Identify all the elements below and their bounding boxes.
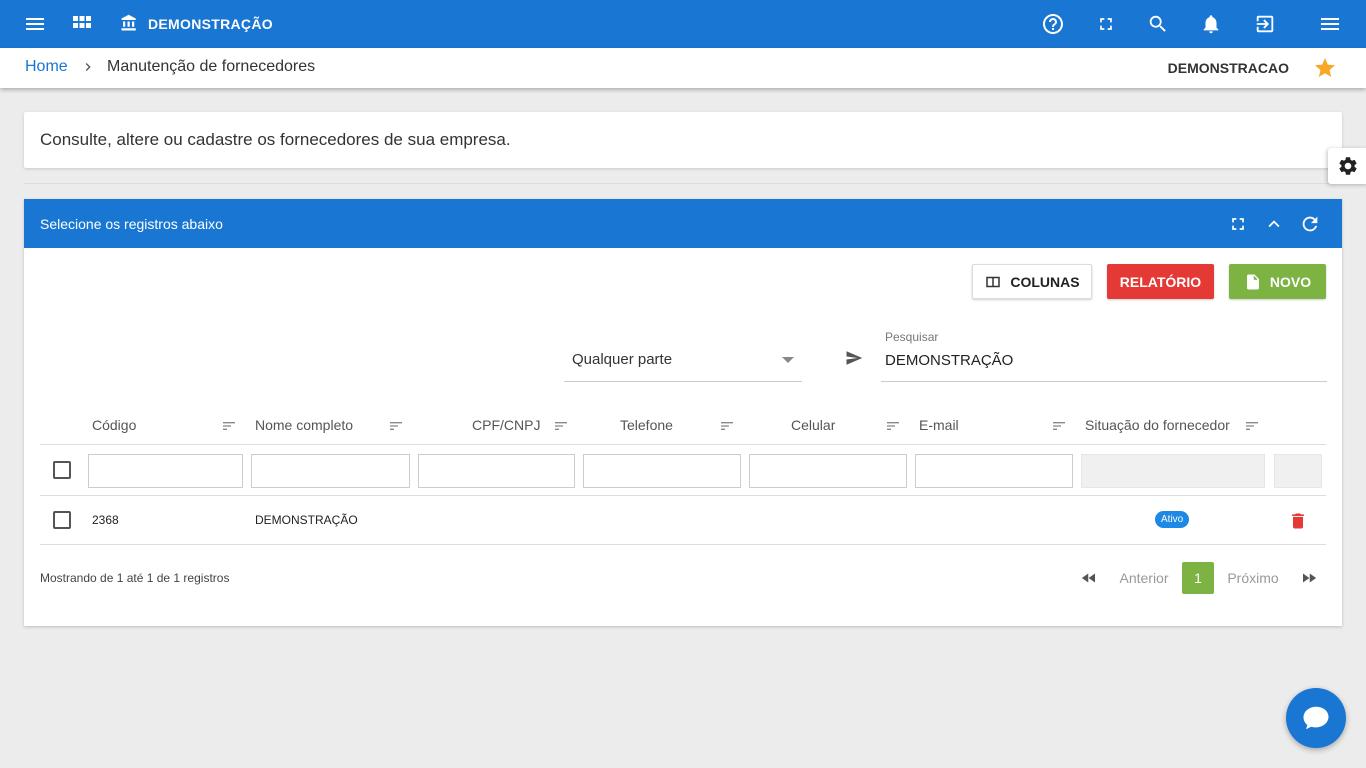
report-button[interactable]: RELATÓRIO [1107,264,1214,299]
col-header-email[interactable]: E-mail [919,417,959,433]
filter-cpf-input[interactable] [418,454,575,488]
filter-email-input[interactable] [915,454,1073,488]
report-label: RELATÓRIO [1119,273,1202,290]
first-page-icon[interactable] [1077,562,1101,594]
next-page-button[interactable]: Próximo [1221,562,1285,594]
brand-label: DEMONSTRAÇÃO [148,16,273,32]
filter-celular-input[interactable] [749,454,907,488]
menu-button[interactable] [14,0,56,48]
page-1-button[interactable]: 1 [1182,562,1214,594]
filter-codigo-input[interactable] [88,454,243,488]
file-icon [1244,272,1262,292]
fullscreen-icon [1096,14,1116,34]
table-row[interactable]: 2368 DEMONSTRAÇÃO Ativo [40,496,1326,545]
filter-telefone-input[interactable] [583,454,741,488]
sort-icon[interactable] [1244,418,1260,434]
last-page-icon[interactable] [1297,562,1321,594]
records-panel: Selecione os registros abaixo COLUNAS RE… [24,199,1342,626]
filter-nome-input[interactable] [251,454,410,488]
bank-icon [120,14,138,35]
search-icon [1147,13,1169,35]
col-header-celular[interactable]: Celular [791,417,835,433]
apps-button[interactable] [62,0,102,48]
new-label: NOVO [1269,273,1312,290]
search-label: Pesquisar [885,330,939,344]
search-field: Pesquisar [881,329,1327,382]
sort-icon[interactable] [553,418,569,434]
fullscreen-button[interactable] [1086,0,1126,48]
menu-right-icon [1318,12,1342,36]
logout-icon [1254,13,1276,35]
sort-icon[interactable] [1051,418,1067,434]
row-checkbox[interactable] [53,511,71,529]
col-header-nome[interactable]: Nome completo [255,417,353,433]
col-header-codigo[interactable]: Código [92,417,136,433]
breadcrumb-home-link[interactable]: Home [25,58,68,76]
delete-icon[interactable] [1288,510,1308,532]
apps-grid-icon [72,14,92,34]
help-icon [1041,12,1065,36]
previous-page-button[interactable]: Anterior [1113,562,1175,594]
logout-button[interactable] [1245,0,1285,48]
notifications-button[interactable] [1191,0,1231,48]
search-button[interactable] [1138,0,1178,48]
chat-button[interactable] [1286,688,1346,748]
top-app-bar: DEMONSTRAÇÃO [0,0,1366,48]
search-input[interactable] [885,349,1315,371]
filter-mode-value: Qualquer parte [572,351,673,368]
col-header-telefone[interactable]: Telefone [620,417,673,433]
panel-header: Selecione os registros abaixo [24,199,1342,248]
collapse-icon[interactable] [1262,212,1286,236]
dropdown-caret-icon [782,357,794,363]
refresh-icon[interactable] [1298,212,1322,236]
columns-button[interactable]: COLUNAS [972,264,1092,299]
table-header: Código Nome completo CPF/CNPJ Telefone C… [40,407,1326,445]
columns-label: COLUNAS [1010,273,1080,290]
favorite-star-icon[interactable] [1313,56,1337,80]
chevron-right-icon [80,59,96,75]
columns-icon [984,273,1002,291]
info-text: Consulte, altere ou cadastre os forneced… [40,130,511,149]
panel-title: Selecione os registros abaixo [40,216,223,232]
cell-nome: DEMONSTRAÇÃO [255,513,358,527]
col-header-situacao[interactable]: Situação do fornecedor [1085,417,1230,433]
company-brand[interactable]: DEMONSTRAÇÃO [120,0,273,48]
settings-tab[interactable] [1328,148,1366,184]
col-header-cpf[interactable]: CPF/CNPJ [472,417,540,433]
column-filter-row [40,445,1326,496]
right-menu-button[interactable] [1310,0,1350,48]
sort-icon[interactable] [885,418,901,434]
breadcrumb-current: Manutenção de fornecedores [107,58,316,75]
info-card: Consulte, altere ou cadastre os forneced… [24,112,1342,168]
select-all-checkbox[interactable] [53,461,71,479]
new-button[interactable]: NOVO [1229,264,1326,299]
help-button[interactable] [1033,0,1073,48]
current-company: DEMONSTRACAO [1167,60,1289,76]
chat-bubble-icon [1301,703,1331,733]
sort-icon[interactable] [221,418,237,434]
sort-icon[interactable] [388,418,404,434]
send-icon[interactable] [845,349,863,367]
panel-fullscreen-icon[interactable] [1226,212,1250,236]
gear-icon [1337,155,1359,177]
cell-codigo: 2368 [92,513,119,527]
sort-icon[interactable] [719,418,735,434]
menu-icon [23,12,47,36]
status-badge: Ativo [1155,511,1190,528]
breadcrumb: Home Manutenção de fornecedores DEMONSTR… [0,48,1366,88]
notifications-icon [1200,13,1222,35]
filter-situacao-input [1081,454,1265,488]
filter-actions-cell [1274,454,1322,488]
divider [24,183,1342,184]
filter-mode-select[interactable]: Qualquer parte [564,329,802,382]
records-info: Mostrando de 1 até 1 de 1 registros [40,571,230,585]
